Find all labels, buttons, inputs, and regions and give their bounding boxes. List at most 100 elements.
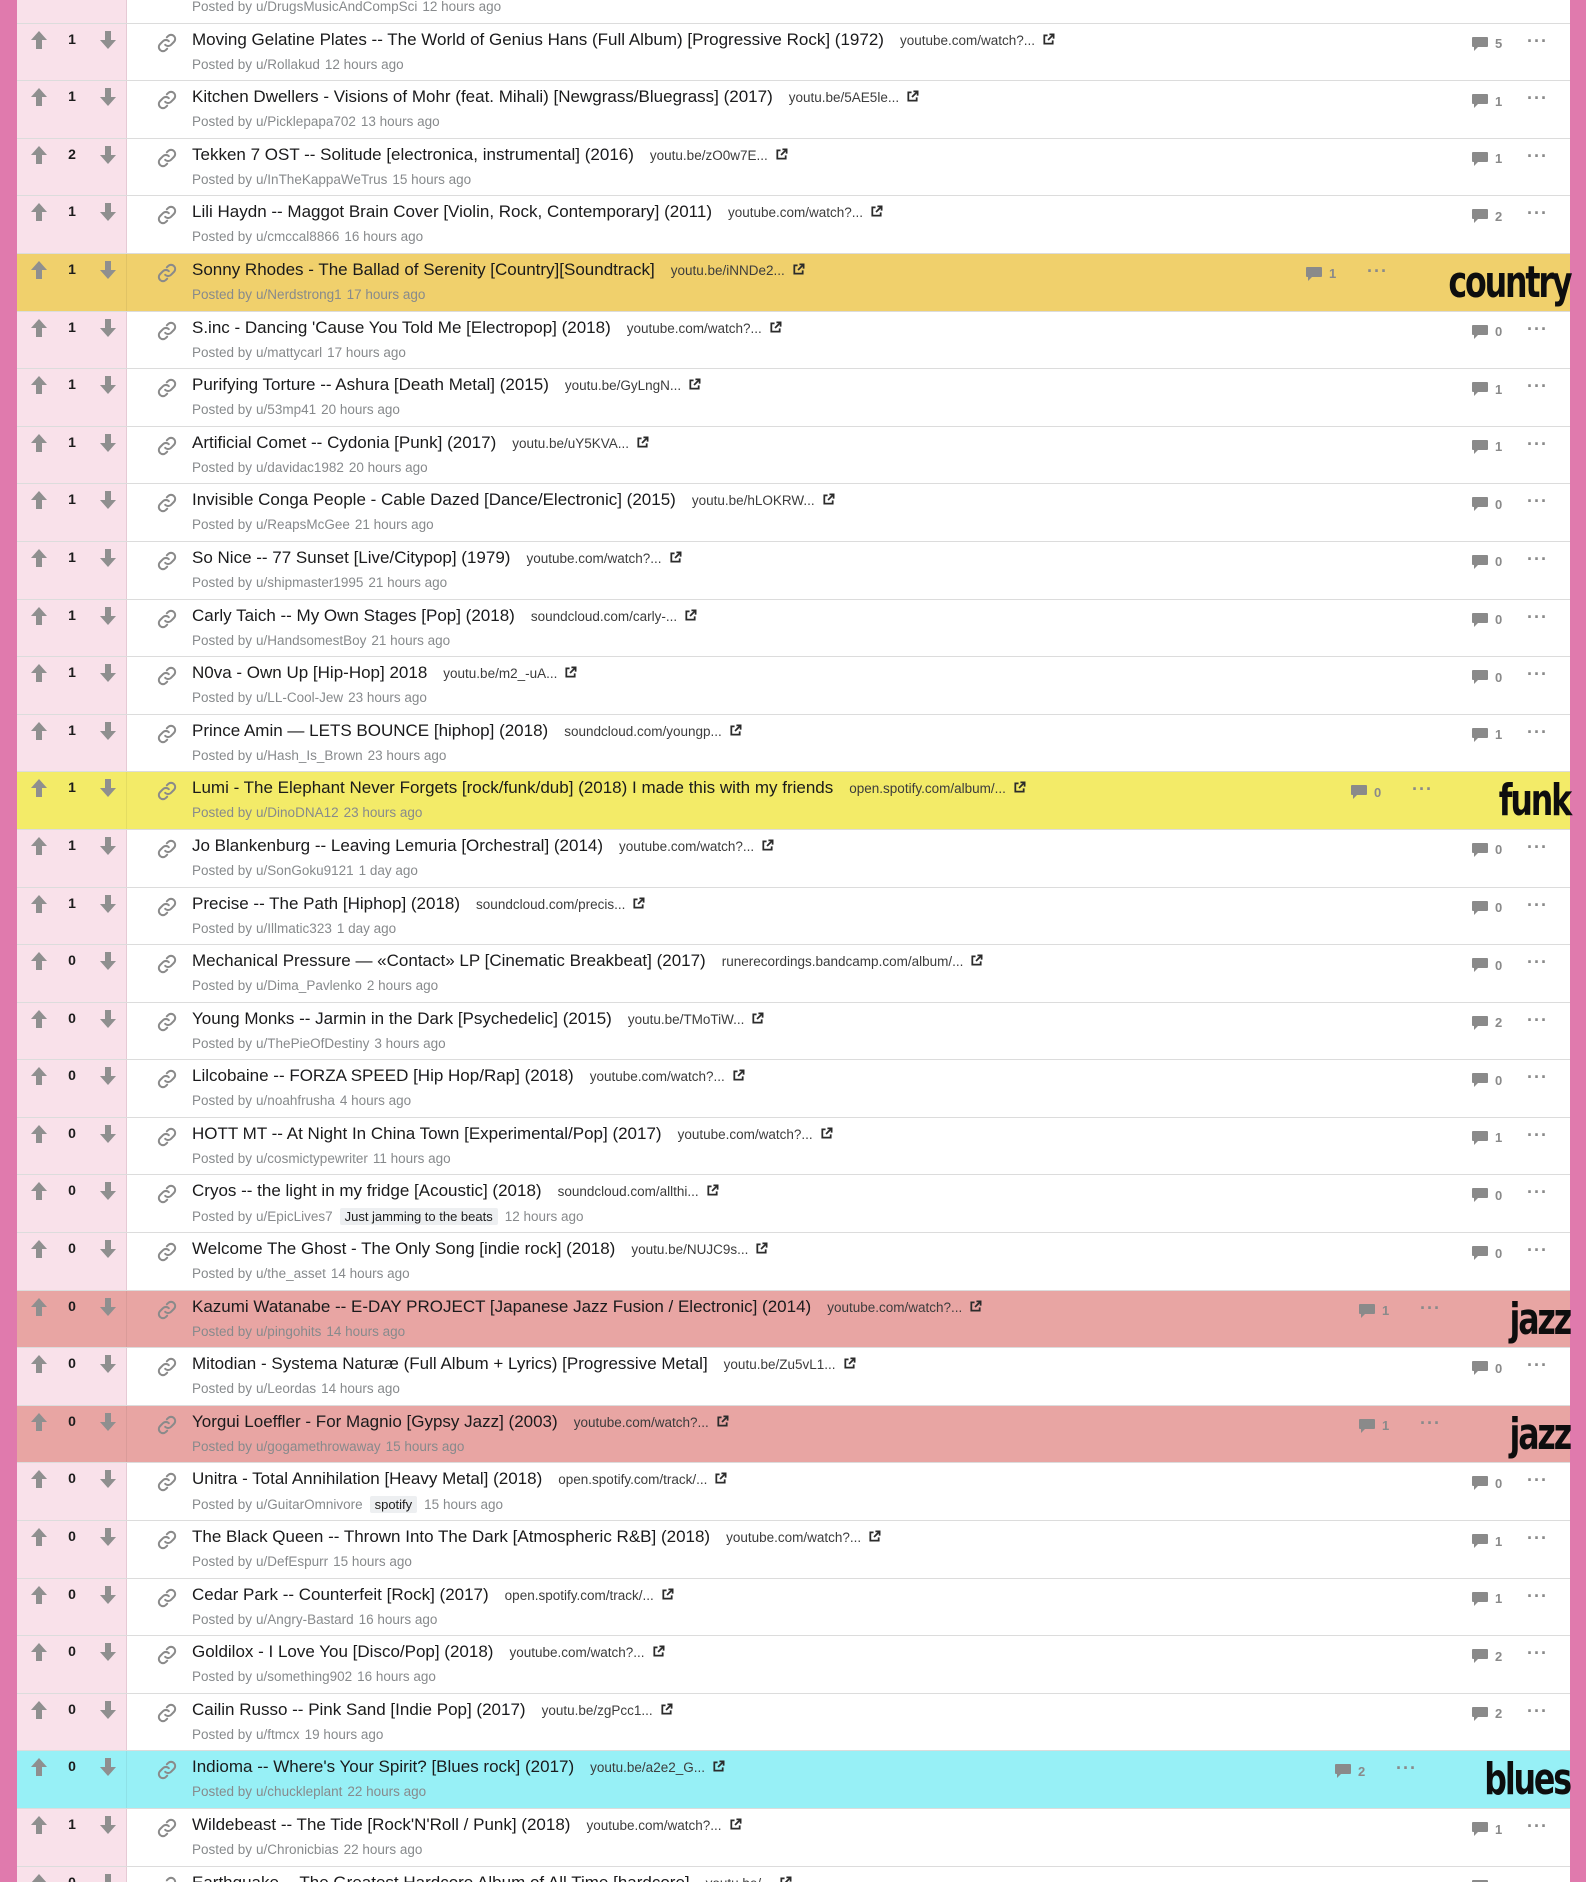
- post-domain-link[interactable]: youtu.be/hLOKRW...: [692, 493, 815, 508]
- post-title[interactable]: Wildebeast -- The Tide [Rock'N'Roll / Pu…: [192, 1815, 570, 1835]
- comments-button[interactable]: 0: [1471, 1475, 1502, 1491]
- downvote-icon[interactable]: [97, 1756, 119, 1778]
- upvote-icon[interactable]: [28, 259, 50, 281]
- downvote-icon[interactable]: [97, 605, 119, 627]
- post-title[interactable]: Indioma -- Where's Your Spirit? [Blues r…: [192, 1757, 574, 1777]
- downvote-icon[interactable]: [97, 432, 119, 454]
- post-title[interactable]: Moving Gelatine Plates -- The World of G…: [192, 30, 884, 50]
- external-link-icon[interactable]: [775, 148, 788, 161]
- comments-button[interactable]: 0: [1471, 957, 1502, 973]
- post-author-link[interactable]: u/DefEspurr: [256, 1554, 328, 1569]
- external-link-icon[interactable]: [716, 1415, 729, 1428]
- upvote-icon[interactable]: [28, 835, 50, 857]
- more-options-icon[interactable]: ···: [1527, 89, 1548, 107]
- upvote-icon[interactable]: [28, 1123, 50, 1145]
- post-author-link[interactable]: u/EpicLives7: [256, 1209, 333, 1224]
- upvote-icon[interactable]: [28, 1411, 50, 1433]
- post-domain-link[interactable]: youtu.be/m2_-uA...: [443, 666, 557, 681]
- more-options-icon[interactable]: ···: [1527, 1875, 1548, 1882]
- post-title[interactable]: Cailin Russo -- Pink Sand [Indie Pop] (2…: [192, 1700, 526, 1720]
- external-link-icon[interactable]: [843, 1357, 856, 1370]
- post-title[interactable]: The Black Queen -- Thrown Into The Dark …: [192, 1527, 710, 1547]
- upvote-icon[interactable]: [28, 547, 50, 569]
- external-link-icon[interactable]: [792, 263, 805, 276]
- post-author-link[interactable]: u/cosmictypewriter: [256, 1151, 368, 1166]
- post-domain-link[interactable]: youtube.com/watch?...: [900, 33, 1035, 48]
- post-title[interactable]: Goldilox - I Love You [Disco/Pop] (2018): [192, 1642, 493, 1662]
- post-domain-link[interactable]: youtu.be/NUJC9s...: [631, 1242, 748, 1257]
- downvote-icon[interactable]: [97, 720, 119, 742]
- post-title[interactable]: Invisible Conga People - Cable Dazed [Da…: [192, 490, 676, 510]
- post-title[interactable]: Kazumi Watanabe -- E-DAY PROJECT [Japane…: [192, 1297, 811, 1317]
- more-options-icon[interactable]: ···: [1527, 550, 1548, 568]
- post-author-link[interactable]: u/davidac1982: [256, 460, 344, 475]
- comments-button[interactable]: 0: [1471, 554, 1502, 570]
- external-link-icon[interactable]: [632, 897, 645, 910]
- post-author-link[interactable]: u/shipmaster1995: [256, 575, 363, 590]
- post-title[interactable]: Artificial Comet -- Cydonia [Punk] (2017…: [192, 433, 496, 453]
- external-link-icon[interactable]: [906, 90, 919, 103]
- upvote-icon[interactable]: [28, 1065, 50, 1087]
- comments-button[interactable]: 0: [1471, 324, 1502, 340]
- downvote-icon[interactable]: [97, 201, 119, 223]
- upvote-icon[interactable]: [28, 86, 50, 108]
- comments-button[interactable]: 1: [1471, 439, 1502, 455]
- post-title[interactable]: Welcome The Ghost - The Only Song [indie…: [192, 1239, 615, 1259]
- downvote-icon[interactable]: [97, 374, 119, 396]
- external-link-icon[interactable]: [769, 321, 782, 334]
- external-link-icon[interactable]: [1013, 781, 1026, 794]
- upvote-icon[interactable]: [28, 1296, 50, 1318]
- post-title[interactable]: Lilcobaine -- FORZA SPEED [Hip Hop/Rap] …: [192, 1066, 574, 1086]
- comments-button[interactable]: 1: [1358, 1303, 1389, 1319]
- more-options-icon[interactable]: ···: [1527, 1702, 1548, 1720]
- post-title[interactable]: Purifying Torture -- Ashura [Death Metal…: [192, 375, 549, 395]
- post-author-link[interactable]: u/HandsomestBoy: [256, 633, 366, 648]
- post-author-link[interactable]: u/Picklepapa702: [256, 114, 356, 129]
- upvote-icon[interactable]: [28, 1526, 50, 1548]
- external-link-icon[interactable]: [870, 205, 883, 218]
- external-link-icon[interactable]: [779, 1876, 792, 1882]
- comments-button[interactable]: 1: [1471, 1130, 1502, 1146]
- upvote-icon[interactable]: [28, 201, 50, 223]
- post-title[interactable]: Young Monks -- Jarmin in the Dark [Psych…: [192, 1009, 612, 1029]
- external-link-icon[interactable]: [636, 436, 649, 449]
- downvote-icon[interactable]: [97, 29, 119, 51]
- post-title[interactable]: Kitchen Dwellers - Visions of Mohr (feat…: [192, 87, 773, 107]
- downvote-icon[interactable]: [97, 835, 119, 857]
- post-domain-link[interactable]: youtube.com/watch?...: [509, 1645, 644, 1660]
- post-author-link[interactable]: u/DrugsMusicAndCompSci: [256, 0, 417, 14]
- post-domain-link[interactable]: youtu.be/5AE5le...: [789, 90, 899, 105]
- upvote-icon[interactable]: [28, 374, 50, 396]
- post-author-link[interactable]: u/53mp41: [256, 402, 316, 417]
- comments-button[interactable]: 0: [1471, 842, 1502, 858]
- comments-button[interactable]: 2: [1471, 1706, 1502, 1722]
- external-link-icon[interactable]: [820, 1127, 833, 1140]
- downvote-icon[interactable]: [97, 1353, 119, 1375]
- post-title[interactable]: Jo Blankenburg -- Leaving Lemuria [Orche…: [192, 836, 603, 856]
- downvote-icon[interactable]: [97, 1411, 119, 1433]
- downvote-icon[interactable]: [97, 1065, 119, 1087]
- external-link-icon[interactable]: [970, 954, 983, 967]
- comments-button[interactable]: 2: [1471, 1015, 1502, 1031]
- more-options-icon[interactable]: ···: [1396, 1759, 1417, 1777]
- post-author-link[interactable]: u/Hash_Is_Brown: [256, 748, 363, 763]
- downvote-icon[interactable]: [97, 1699, 119, 1721]
- external-link-icon[interactable]: [669, 551, 682, 564]
- post-author-link[interactable]: u/GuitarOmnivore: [256, 1497, 363, 1512]
- post-title[interactable]: Cryos -- the light in my fridge [Acousti…: [192, 1181, 542, 1201]
- external-link-icon[interactable]: [714, 1472, 727, 1485]
- external-link-icon[interactable]: [755, 1242, 768, 1255]
- downvote-icon[interactable]: [97, 489, 119, 511]
- post-domain-link[interactable]: soundcloud.com/carly-...: [531, 609, 677, 624]
- more-options-icon[interactable]: ···: [1527, 1356, 1548, 1374]
- comments-button[interactable]: 0: [1471, 1879, 1502, 1882]
- post-title[interactable]: Tekken 7 OST -- Solitude [electronica, i…: [192, 145, 634, 165]
- post-author-link[interactable]: u/noahfrusha: [256, 1093, 335, 1108]
- more-options-icon[interactable]: ···: [1367, 262, 1388, 280]
- comments-button[interactable]: 5: [1471, 36, 1502, 52]
- post-domain-link[interactable]: youtube.com/watch?...: [678, 1127, 813, 1142]
- upvote-icon[interactable]: [28, 720, 50, 742]
- downvote-icon[interactable]: [97, 1238, 119, 1260]
- comments-button[interactable]: 0: [1471, 1360, 1502, 1376]
- post-author-link[interactable]: u/chuckleplant: [256, 1784, 342, 1799]
